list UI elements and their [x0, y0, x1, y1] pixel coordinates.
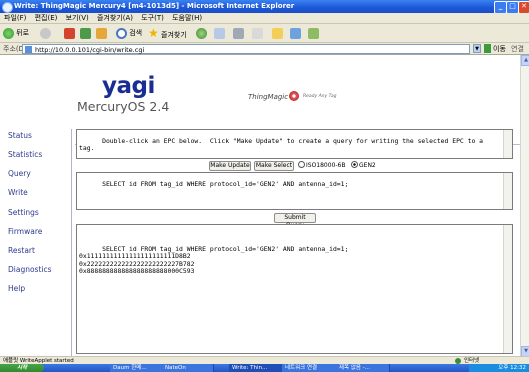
ie-icon — [2, 2, 13, 13]
address-input[interactable]: http://10.0.0.101/cgi-bin/write.cgi — [22, 44, 470, 54]
search-icon — [116, 27, 127, 39]
make-update-button[interactable]: Make Update — [209, 161, 251, 171]
refresh-icon — [80, 27, 91, 39]
title-bar: Write: ThingMagic Mercury4 [m4-1013d5] -… — [0, 0, 529, 14]
menu-file[interactable]: 파일(F) — [4, 14, 26, 22]
back-label: 뒤로 — [16, 29, 30, 37]
nav-help[interactable]: Help — [8, 284, 25, 293]
page-scrollbar[interactable]: ▲ ▼ — [520, 55, 529, 357]
scroll-up-icon[interactable]: ▲ — [521, 55, 529, 66]
back-arrow-icon — [3, 27, 14, 39]
results-textarea[interactable]: SELECT id FROM tag_id WHERE protocol_id=… — [76, 224, 513, 354]
home-button[interactable] — [96, 27, 107, 40]
instructions-scrollbar[interactable] — [503, 130, 512, 158]
page-icon — [25, 46, 32, 53]
side-nav: Status Statistics Query Write Settings F… — [0, 129, 72, 356]
submit-query-button[interactable]: Submit Query — [274, 213, 316, 229]
print-button[interactable] — [233, 27, 244, 40]
query-text: SELECT id FROM tag_id WHERE protocol_id=… — [102, 180, 349, 189]
results-scrollbar[interactable] — [503, 225, 512, 353]
edit-icon — [252, 27, 263, 39]
history-icon — [196, 27, 207, 39]
nav-firmware[interactable]: Firmware — [8, 227, 42, 236]
mercuryos-version: MercuryOS 2.4 — [77, 99, 170, 114]
status-bar: 애플릿 WriteApplet started 인터넷 — [0, 356, 529, 364]
taskbar: 시작 Daum 한메... NateOn Write: Thin... 네트워크… — [0, 364, 529, 372]
instructions-text: Double-click an EPC below. Click "Make U… — [79, 137, 483, 153]
history-button[interactable] — [196, 27, 207, 40]
radio-iso18000-label: ISO18000-6B — [306, 162, 346, 169]
nav-status[interactable]: Status — [8, 131, 32, 140]
edit-button[interactable] — [252, 27, 263, 40]
star-icon: ★ — [148, 26, 159, 40]
favorites-button[interactable]: ★ 즐겨찾기 — [148, 27, 187, 40]
messenger-button[interactable] — [290, 27, 301, 40]
menu-favorites[interactable]: 즐겨찾기(A) — [97, 14, 133, 22]
mail-icon — [214, 27, 225, 39]
window-title: Write: ThingMagic Mercury4 [m4-1013d5] -… — [14, 2, 295, 10]
radio-gen2-label: GEN2 — [359, 162, 376, 169]
query-scrollbar[interactable] — [503, 173, 512, 209]
forward-arrow-icon — [40, 27, 51, 39]
print-icon — [233, 27, 244, 39]
thingmagic-logo-icon — [289, 91, 299, 101]
search-label: 검색 — [129, 29, 143, 37]
stop-button[interactable] — [64, 27, 75, 40]
address-bar: 주소(D) http://10.0.0.101/cgi-bin/write.cg… — [0, 43, 529, 55]
menu-edit[interactable]: 편집(E) — [35, 14, 58, 22]
nav-write[interactable]: Write — [8, 188, 28, 197]
mail-button[interactable] — [214, 27, 225, 40]
yagi-logo: yagi — [102, 73, 155, 99]
menu-help[interactable]: 도움말(H) — [172, 14, 202, 22]
query-textarea[interactable]: SELECT id FROM tag_id WHERE protocol_id=… — [76, 172, 513, 210]
write-applet: Double-click an EPC below. Click "Make U… — [76, 129, 514, 356]
task-nateon[interactable]: NateOn — [162, 364, 214, 372]
folder-button[interactable] — [272, 27, 283, 40]
favorites-label: 즐겨찾기 — [161, 31, 187, 39]
radio-gen2-indicator[interactable] — [351, 161, 358, 168]
nav-diagnostics[interactable]: Diagnostics — [8, 265, 52, 274]
menu-bar: 파일(F) 편집(E) 보기(V) 즐겨찾기(A) 도구(T) 도움말(H) — [0, 13, 529, 24]
go-button[interactable]: 이동 — [493, 43, 506, 55]
folder-icon — [272, 27, 283, 39]
task-network[interactable]: 네트워크 연결 — [282, 364, 338, 372]
forward-button[interactable] — [40, 27, 51, 40]
page-content: yagi MercuryOS 2.4 ThingMagic Ready Any … — [0, 55, 520, 356]
instructions-box[interactable]: Double-click an EPC below. Click "Make U… — [76, 129, 513, 159]
menu-tools[interactable]: 도구(T) — [141, 14, 164, 22]
messenger-icon — [290, 27, 301, 39]
toolbar: 뒤로 검색 ★ 즐겨찾기 — [0, 24, 529, 43]
start-button[interactable]: 시작 — [0, 364, 44, 372]
home-icon — [96, 27, 107, 39]
stop-icon — [64, 27, 75, 39]
refresh-button[interactable] — [80, 27, 91, 40]
nav-statistics[interactable]: Statistics — [8, 150, 42, 159]
tools-button[interactable] — [308, 27, 319, 40]
address-url: http://10.0.0.101/cgi-bin/write.cgi — [35, 46, 145, 54]
go-arrow-icon[interactable] — [484, 44, 491, 53]
nav-restart[interactable]: Restart — [8, 246, 35, 255]
tools-icon — [308, 27, 319, 39]
task-untitled[interactable]: 제목 없음 -... — [336, 364, 390, 372]
nav-settings[interactable]: Settings — [8, 208, 39, 217]
results-text: SELECT id FROM tag_id WHERE protocol_id=… — [79, 245, 349, 275]
search-button[interactable]: 검색 — [116, 27, 142, 40]
nav-query[interactable]: Query — [8, 169, 31, 178]
thingmagic-tagline: Ready Any Tag — [303, 94, 337, 99]
menu-view[interactable]: 보기(V) — [66, 14, 89, 22]
address-dropdown-icon[interactable]: ▼ — [473, 44, 481, 53]
system-tray: 오후 12:32 — [469, 364, 529, 372]
task-write-ie[interactable]: Write: Thin... — [229, 364, 285, 372]
back-button[interactable]: 뒤로 — [3, 27, 29, 40]
clock: 오후 12:32 — [498, 365, 526, 371]
radio-gen2[interactable]: GEN2 — [351, 161, 376, 170]
make-select-button[interactable]: Make Select — [254, 161, 294, 171]
task-daum[interactable]: Daum 한메... — [110, 364, 164, 372]
thingmagic-brand: ThingMagic — [248, 93, 289, 101]
links-label[interactable]: 연결 — [511, 43, 524, 55]
radio-iso18000-indicator[interactable] — [298, 161, 305, 168]
radio-iso18000[interactable]: ISO18000-6B — [298, 161, 346, 170]
